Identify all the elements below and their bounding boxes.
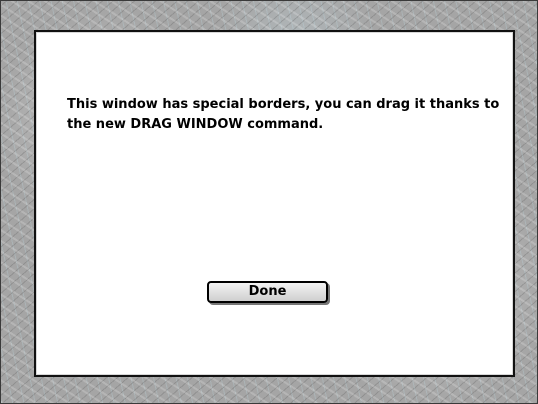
custom-window-border[interactable]: This window has special borders, you can… <box>0 0 538 404</box>
window-message: This window has special borders, you can… <box>67 97 500 132</box>
done-button[interactable]: Done <box>207 281 328 303</box>
window-content-panel: This window has special borders, you can… <box>34 30 515 377</box>
